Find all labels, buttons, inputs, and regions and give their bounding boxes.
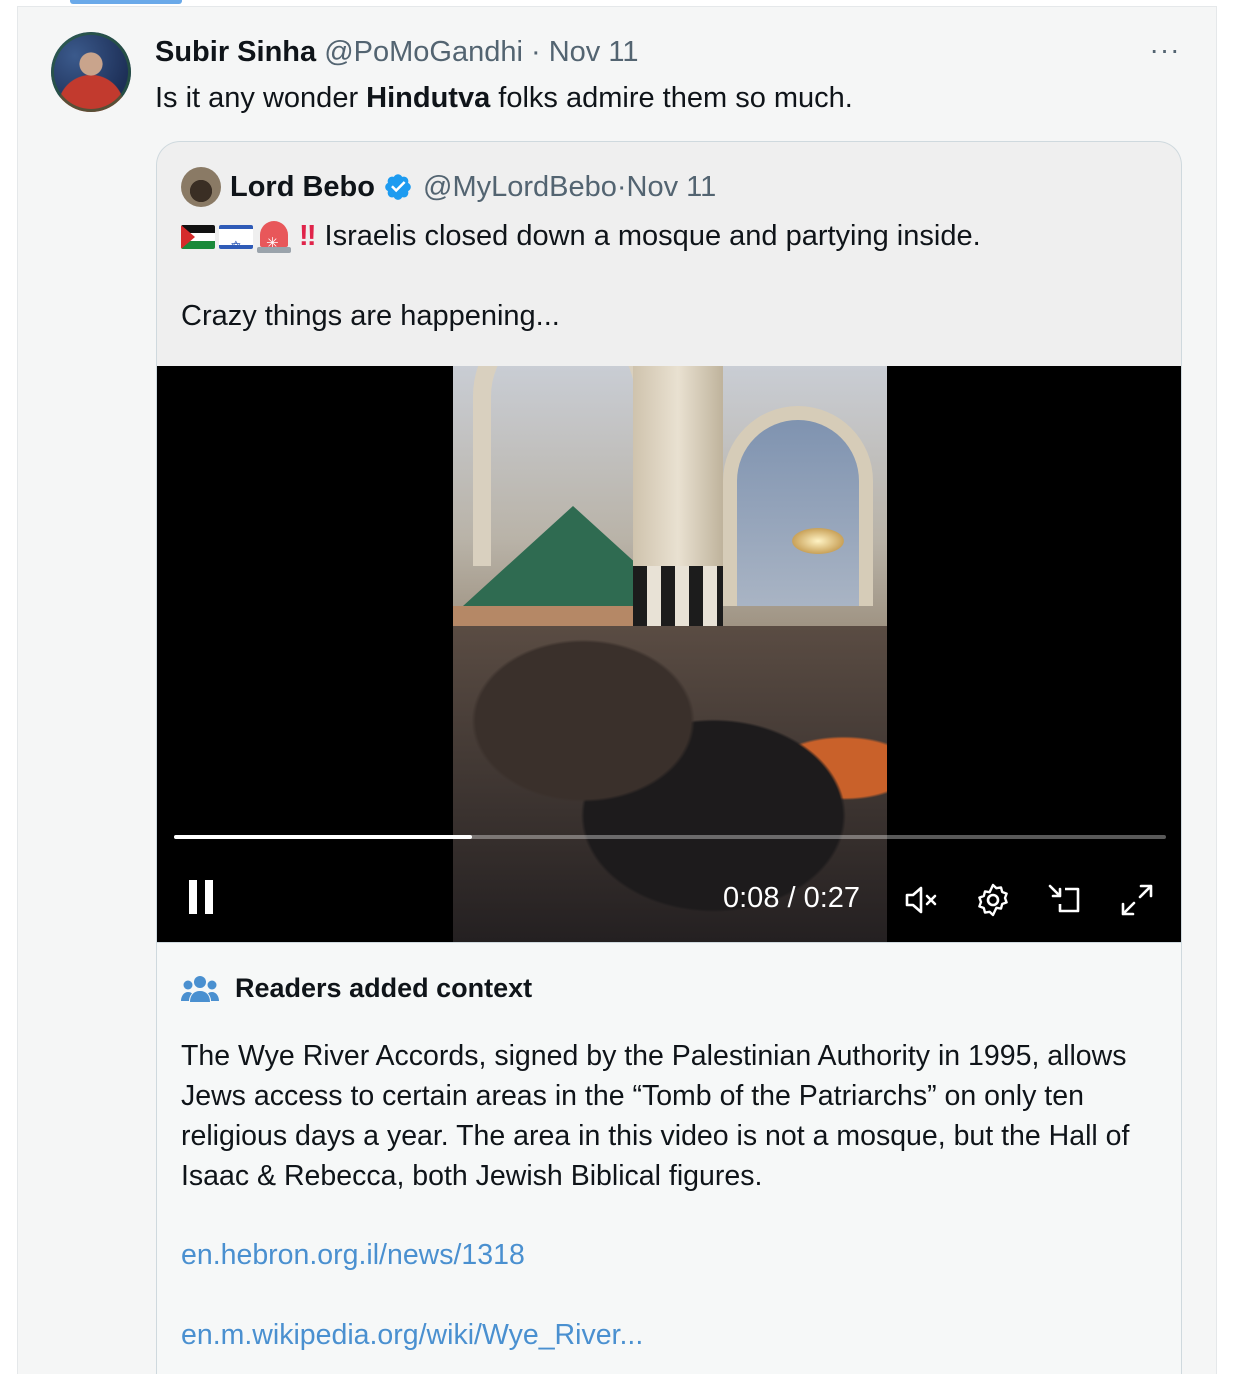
picture-in-picture-icon[interactable]: [1045, 880, 1085, 920]
context-header: Readers added context: [181, 973, 532, 1004]
post-header: Subir Sinha @PoMoGandhi · Nov 11: [155, 34, 638, 70]
video-frame: [453, 366, 887, 942]
context-header-label: Readers added context: [235, 973, 533, 1003]
author-handle[interactable]: @PoMoGandhi: [324, 36, 523, 68]
quoted-header: Lord Bebo @MyLordBebo · Nov 11: [230, 168, 716, 206]
verified-badge-icon: [385, 174, 411, 200]
palestine-flag-icon: [181, 225, 215, 250]
fullscreen-icon[interactable]: [1117, 880, 1157, 920]
quoted-date[interactable]: Nov 11: [627, 168, 717, 206]
quoted-author-handle[interactable]: @MyLordBebo: [423, 168, 617, 206]
author-avatar[interactable]: [51, 32, 131, 112]
post-text-tail: folks admire them so much.: [490, 82, 853, 114]
quoted-author-avatar[interactable]: [181, 167, 221, 207]
context-link-1[interactable]: en.hebron.org.il/news/1318: [181, 1235, 525, 1275]
quoted-line1-text: Israelis closed down a mosque and partyi…: [324, 220, 981, 252]
more-icon: ···: [1149, 34, 1181, 65]
post-text-lead: Is it any wonder: [155, 82, 367, 114]
double-exclamation-icon: ‼: [299, 220, 316, 252]
context-link-2[interactable]: en.m.wikipedia.org/wiki/Wye_River...: [181, 1315, 643, 1355]
post-date[interactable]: Nov 11: [549, 36, 639, 68]
tab-indicator: [70, 0, 182, 4]
video-progress-fill: [174, 835, 472, 839]
post-text-hashtag-word: Hindutva: [366, 82, 491, 114]
rotating-light-icon: [257, 221, 291, 263]
quoted-author-name[interactable]: Lord Bebo: [230, 168, 375, 206]
author-name[interactable]: Subir Sinha: [155, 36, 316, 68]
video-progress-bar[interactable]: [174, 835, 1166, 839]
post-text: Is it any wonder Hindutva folks admire t…: [155, 80, 853, 116]
quoted-tweet[interactable]: Lord Bebo @MyLordBebo · Nov 11 ‼Israelis…: [156, 141, 1182, 1374]
more-options-button[interactable]: ···: [1147, 32, 1183, 68]
muted-speaker-icon[interactable]: [901, 880, 941, 920]
video-controls: 0:08 / 0:27: [157, 866, 1181, 930]
readers-context-note: Readers added context The Wye River Acco…: [157, 942, 1181, 1374]
video-player[interactable]: 0:08 / 0:27: [157, 366, 1181, 942]
people-icon: [181, 975, 219, 1002]
quoted-text-line2: Crazy things are happening...: [181, 300, 560, 332]
israel-flag-icon: [219, 225, 253, 250]
pause-button[interactable]: [187, 880, 217, 916]
quoted-separator: ·: [616, 171, 627, 203]
settings-gear-icon[interactable]: [973, 880, 1013, 920]
quoted-text-line1: ‼Israelis closed down a mosque and party…: [181, 216, 981, 263]
video-time: 0:08 / 0:27: [723, 882, 861, 914]
context-body: The Wye River Accords, signed by the Pal…: [181, 1040, 1130, 1192]
meta-separator: ·: [530, 36, 541, 68]
emoji-prefix: [181, 221, 291, 263]
